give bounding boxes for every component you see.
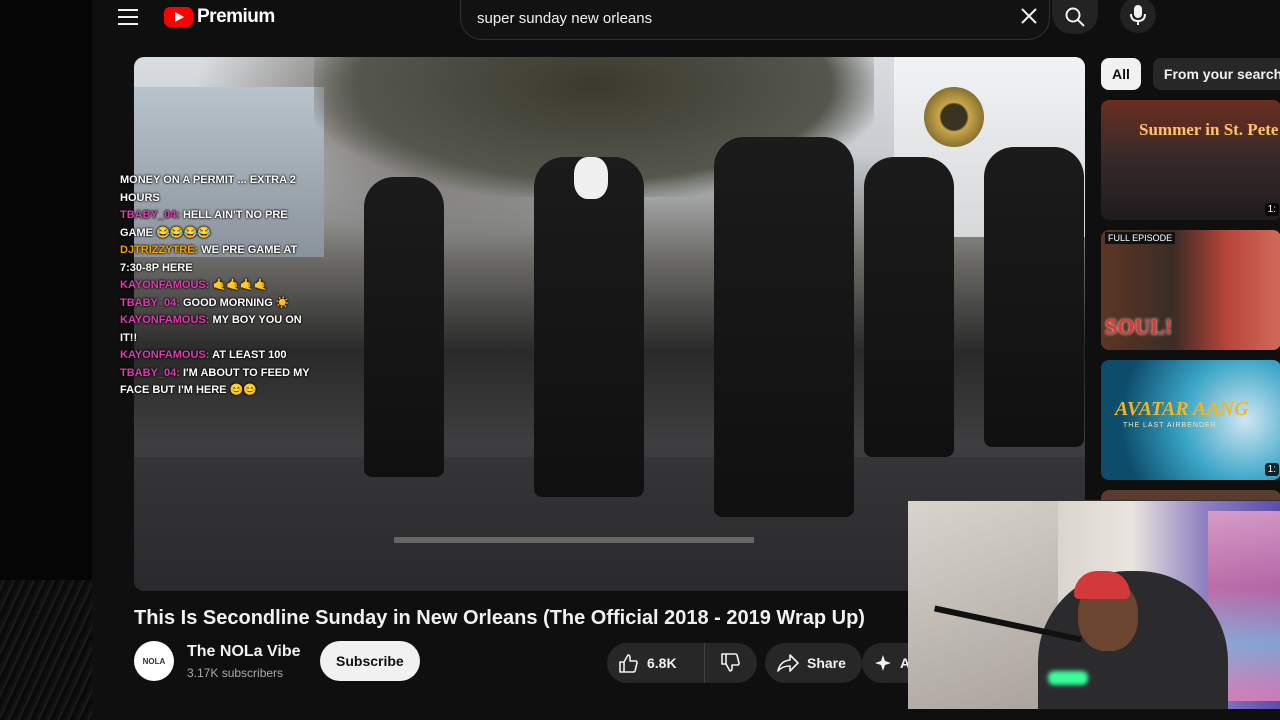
chip-all[interactable]: All [1101, 58, 1141, 90]
tuba-bell [924, 87, 984, 147]
crowd-artwork [0, 580, 92, 720]
thumbs-down-icon [721, 653, 740, 672]
thumbs-up-icon [619, 654, 638, 673]
mic-led-glow [1048, 671, 1088, 685]
share-label: Share [807, 655, 846, 671]
top-bar: Premium super sunday new orleans [92, 0, 1280, 40]
voice-search-button[interactable] [1120, 0, 1156, 33]
subscriber-count: 3.17K subscribers [187, 666, 284, 680]
chat-message: KAYONFAMOUS: MY BOY YOU ON IT!! [120, 312, 320, 347]
chat-message: KAYONFAMOUS: AT LEAST 100 [120, 347, 320, 365]
chat-username: KAYONFAMOUS: [120, 314, 210, 326]
webcam-overlay [908, 500, 1280, 709]
marcher [984, 147, 1084, 447]
chat-username: KAYONFAMOUS: [120, 279, 210, 291]
recommendation-thumbnail[interactable]: FULL EPISODE SOUL! [1101, 230, 1280, 350]
chat-username: KAYONFAMOUS: [120, 349, 210, 361]
channel-name[interactable]: The NOLa Vibe [187, 643, 301, 661]
chip-from-your-search[interactable]: From your search [1152, 58, 1280, 90]
search-button[interactable] [1052, 0, 1098, 34]
channel-avatar[interactable]: NOLA [134, 641, 174, 681]
video-title: This Is Secondline Sunday in New Orleans… [134, 607, 865, 629]
chat-username: TBABY_04: [120, 209, 180, 221]
menu-button[interactable] [116, 6, 140, 28]
chat-message: KAYONFAMOUS: 🤙🤙🤙🤙 [120, 277, 320, 295]
close-icon [1021, 8, 1037, 24]
like-dislike-group: 6.8K [607, 643, 757, 683]
search-input[interactable]: super sunday new orleans [460, 0, 1050, 40]
duration-badge: 1: [1264, 463, 1279, 476]
dislike-button[interactable] [705, 643, 755, 683]
like-button[interactable]: 6.8K [607, 643, 705, 683]
chat-text: AT LEAST 100 [212, 349, 287, 361]
channel-row: NOLA The NOLa Vibe 3.17K subscribers Sub… [134, 641, 1034, 683]
marcher [534, 157, 644, 497]
chat-username: TBABY_04: [120, 366, 180, 379]
clear-search-button[interactable] [1018, 5, 1040, 27]
chat-username: TBABY_04: [120, 296, 180, 309]
marcher [714, 137, 854, 517]
chat-message: TBABY_04: GOOD MORNING ☀️ [120, 295, 320, 313]
share-icon [777, 654, 799, 672]
filter-chips: All From your search [1101, 58, 1280, 90]
chat-text: GOOD MORNING ☀️ [182, 296, 290, 309]
chat-username: DJTRIZZYTRE: [120, 244, 199, 256]
marcher [364, 177, 444, 477]
thumbnail-subtitle: THE LAST AIRBENDER [1123, 422, 1217, 429]
subscribe-button[interactable]: Subscribe [320, 641, 420, 681]
stream-chat-overlay: MONEY ON A PERMIT ... EXTRA 2 HOURS TBAB… [120, 172, 320, 400]
white-mask [574, 157, 608, 199]
recommendation-thumbnail[interactable]: AVATAR AANG THE LAST AIRBENDER 1: [1101, 360, 1280, 480]
search-query: super sunday new orleans [477, 9, 653, 27]
youtube-logo-icon [164, 7, 193, 27]
chat-message: TBABY_04: HELL AIN'T NO PRE GAME 😂😂😂😂 [120, 207, 320, 242]
streamer-body [1038, 571, 1228, 709]
chat-message: MONEY ON A PERMIT ... EXTRA 2 HOURS [120, 172, 320, 207]
youtube-premium-logo[interactable]: Premium [164, 6, 275, 28]
search-icon [1065, 7, 1085, 27]
episode-badge: FULL EPISODE [1105, 232, 1176, 244]
recommendation-thumbnail[interactable]: Summer in St. Pete 1: [1101, 100, 1280, 220]
chat-text: 🤙🤙🤙🤙 [212, 279, 268, 291]
video-road-line [394, 537, 754, 543]
logo-text: Premium [197, 6, 275, 27]
chat-message: DJTRIZZYTRE: WE PRE GAME AT 7:30-8P HERE [120, 242, 320, 277]
thumbnail-title: SOUL! [1105, 314, 1173, 339]
share-button[interactable]: Share [765, 643, 862, 683]
left-margin-panel [0, 0, 92, 720]
microphone-icon [1130, 5, 1146, 25]
chat-text: MONEY ON A PERMIT ... EXTRA 2 HOURS [120, 174, 296, 204]
thumbnail-title: AVATAR AANG [1115, 398, 1249, 420]
sparkle-icon [875, 655, 891, 671]
marcher [864, 157, 954, 457]
duration-badge: 1: [1264, 203, 1279, 216]
thumbnail-title: Summer in St. Pete [1139, 120, 1279, 139]
chat-message: TBABY_04: I'M ABOUT TO FEED MY FACE BUT … [120, 365, 320, 400]
webcam-wall [908, 501, 1058, 709]
like-count: 6.8K [647, 655, 677, 671]
